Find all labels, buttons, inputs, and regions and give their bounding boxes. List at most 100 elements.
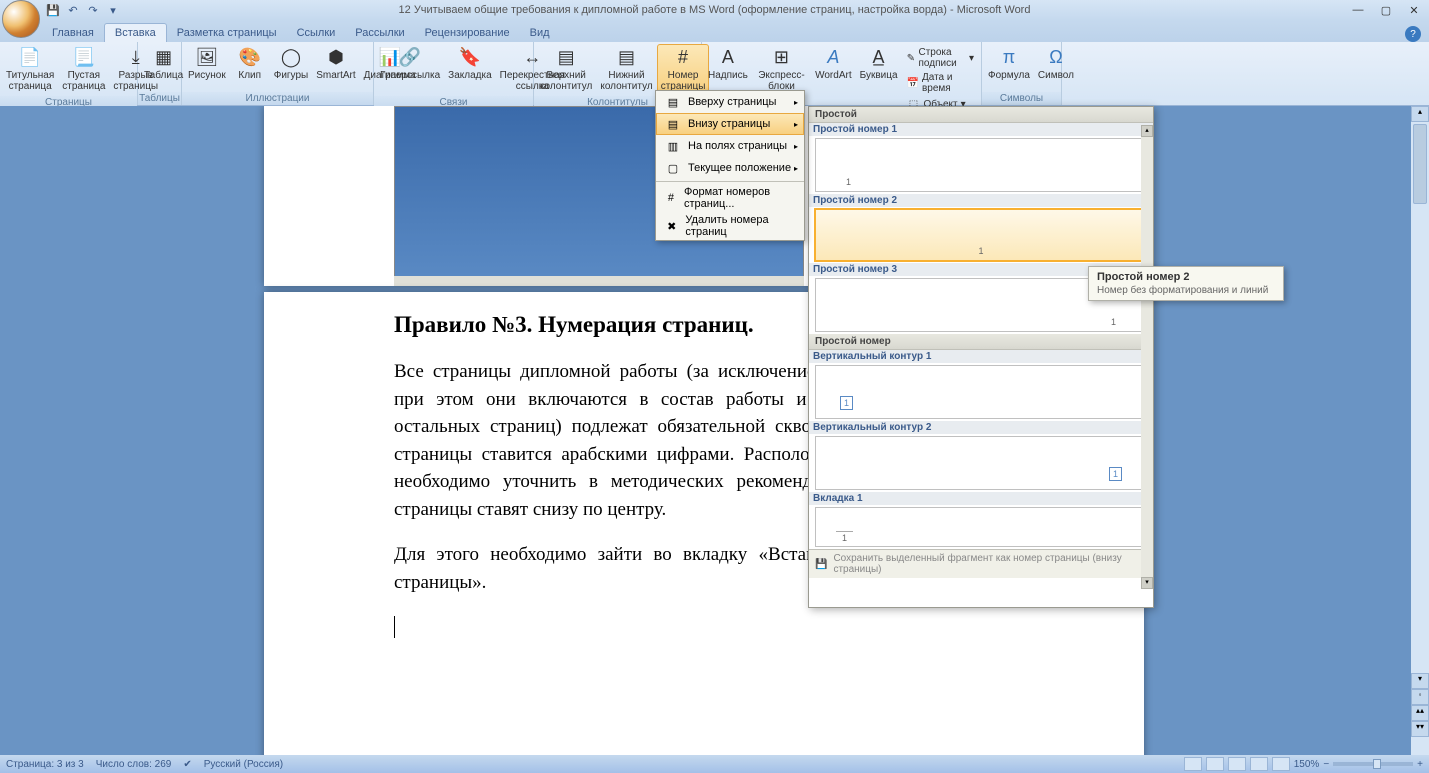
datetime-button[interactable]: 📅Дата и время — [904, 71, 977, 95]
menu-remove-page-numbers[interactable]: ✖Удалить номера страниц — [656, 212, 804, 240]
tab-page-layout[interactable]: Разметка страницы — [167, 24, 287, 42]
view-web-layout[interactable] — [1228, 757, 1246, 771]
save-icon[interactable]: 💾 — [45, 2, 61, 18]
shapes-button[interactable]: ◯Фигуры — [270, 44, 312, 83]
tab-review[interactable]: Рецензирование — [415, 24, 520, 42]
group-label-symbols: Символы — [982, 92, 1061, 105]
office-button[interactable] — [2, 0, 40, 38]
embedded-footer — [394, 276, 804, 286]
status-proofing-icon[interactable]: ✔ — [183, 759, 191, 770]
blank-page-button[interactable]: 📃Пустая страница — [58, 44, 109, 94]
page-top-icon: ▤ — [662, 93, 684, 111]
textbox-button[interactable]: AНадпись — [704, 44, 752, 83]
bookmark-button[interactable]: 🔖Закладка — [444, 44, 495, 83]
tab-mailings[interactable]: Рассылки — [345, 24, 414, 42]
gallery-header: Простой — [809, 107, 1153, 123]
zoom-out-button[interactable]: − — [1323, 759, 1329, 770]
cover-page-icon: 📄 — [14, 46, 46, 70]
tooltip: Простой номер 2 Номер без форматирования… — [1088, 266, 1284, 301]
save-selection-icon: 💾 — [815, 559, 827, 570]
maximize-button[interactable]: ▢ — [1373, 2, 1399, 18]
tab-references[interactable]: Ссылки — [287, 24, 346, 42]
footer-icon: ▤ — [611, 46, 643, 70]
dropcap-button[interactable]: A̲Буквица — [856, 44, 902, 83]
page-number-menu: ▤Вверху страницы▸ ▤Внизу страницы▸ ▥На п… — [655, 90, 805, 241]
equation-button[interactable]: πФормула — [984, 44, 1034, 83]
scroll-up-button[interactable]: ▴ — [1411, 106, 1429, 122]
header-icon: ▤ — [550, 46, 582, 70]
prev-page-button[interactable]: ▴▴ — [1411, 705, 1429, 721]
gallery-item-tab-1[interactable]: 1 — [815, 507, 1147, 547]
gallery-item-vertical-1[interactable]: 1 — [815, 365, 1147, 419]
clip-button[interactable]: 🎨Клип — [230, 44, 270, 83]
signature-line-button[interactable]: ✎Строка подписи ▾ — [904, 46, 977, 70]
header-button[interactable]: ▤Верхний колонтитул — [536, 44, 596, 94]
blank-page-icon: 📃 — [68, 46, 100, 70]
group-links: 🔗Гиперссылка 🔖Закладка ↔Перекрестная ссы… — [374, 42, 534, 105]
group-symbols: πФормула ΩСимвол Символы — [982, 42, 1062, 105]
gallery-scroll-up[interactable]: ▴ — [1141, 125, 1153, 137]
tab-insert[interactable]: Вставка — [104, 23, 167, 42]
hyperlink-button[interactable]: 🔗Гиперссылка — [376, 44, 444, 83]
gallery-scrollbar[interactable]: ▴ ▾ — [1141, 125, 1153, 589]
zoom-slider[interactable] — [1333, 762, 1413, 766]
hyperlink-icon: 🔗 — [394, 46, 426, 70]
next-page-button[interactable]: ▾▾ — [1411, 721, 1429, 737]
menu-format-page-numbers[interactable]: #Формат номеров страниц... — [656, 184, 804, 212]
tooltip-description: Номер без форматирования и линий — [1097, 285, 1275, 296]
gallery-scroll-down[interactable]: ▾ — [1141, 577, 1153, 589]
symbol-button[interactable]: ΩСимвол — [1034, 44, 1078, 83]
view-print-layout[interactable] — [1184, 757, 1202, 771]
zoom-slider-thumb[interactable] — [1373, 759, 1381, 769]
menu-page-margins[interactable]: ▥На полях страницы▸ — [656, 135, 804, 157]
zoom-level[interactable]: 150% — [1294, 759, 1320, 770]
smartart-button[interactable]: ⬢SmartArt — [312, 44, 359, 83]
scroll-thumb[interactable] — [1413, 124, 1427, 204]
qat-dropdown-icon[interactable]: ▾ — [105, 2, 121, 18]
status-word-count[interactable]: Число слов: 269 — [96, 759, 172, 770]
zoom-in-button[interactable]: + — [1417, 759, 1423, 770]
gallery-category-2: Простой номер — [809, 334, 1153, 350]
tab-home[interactable]: Главная — [42, 24, 104, 42]
menu-current-position[interactable]: ▢Текущее положение▸ — [656, 157, 804, 179]
cover-page-button[interactable]: 📄Титульная страница — [2, 44, 58, 94]
tooltip-title: Простой номер 2 — [1097, 271, 1275, 283]
picture-button[interactable]: 🖼Рисунок — [184, 44, 230, 83]
window-title: 12 Учитываем общие требования к дипломно… — [399, 4, 1031, 16]
tab-view[interactable]: Вид — [520, 24, 560, 42]
status-language[interactable]: Русский (Россия) — [204, 759, 283, 770]
shapes-icon: ◯ — [275, 46, 307, 70]
group-tables: ▦Таблица Таблицы — [138, 42, 182, 105]
gallery-item-simple-2[interactable]: 1 — [814, 208, 1148, 262]
view-full-screen[interactable] — [1206, 757, 1224, 771]
menu-bottom-of-page[interactable]: ▤Внизу страницы▸ — [656, 113, 804, 135]
close-button[interactable]: ✕ — [1401, 2, 1427, 18]
menu-top-of-page[interactable]: ▤Вверху страницы▸ — [656, 91, 804, 113]
undo-icon[interactable]: ↶ — [65, 2, 81, 18]
group-label-tables: Таблицы — [138, 92, 181, 105]
gallery-item-label-v1: Вертикальный контур 1 — [809, 350, 1153, 363]
status-page[interactable]: Страница: 3 из 3 — [6, 759, 84, 770]
remove-icon: ✖ — [662, 217, 681, 235]
scroll-down-button[interactable]: ▾ — [1411, 673, 1429, 689]
gallery-footer[interactable]: 💾Сохранить выделенный фрагмент как номер… — [809, 549, 1153, 578]
help-icon[interactable]: ? — [1405, 26, 1421, 42]
page-number-gallery: Простой Простой номер 1 1 Простой номер … — [808, 106, 1154, 608]
gallery-item-vertical-2[interactable]: 1 — [815, 436, 1147, 490]
textbox-icon: A — [712, 46, 744, 70]
vertical-scrollbar[interactable]: ▴ ▾ ◦ ▴▴ ▾▾ — [1411, 106, 1429, 755]
quickparts-button[interactable]: ⊞Экспресс-блоки — [752, 44, 811, 94]
wordart-button[interactable]: AWordArt — [811, 44, 856, 83]
redo-icon[interactable]: ↷ — [85, 2, 101, 18]
gallery-item-simple-1[interactable]: 1 — [815, 138, 1147, 192]
view-outline[interactable] — [1250, 757, 1268, 771]
browse-object-button[interactable]: ◦ — [1411, 689, 1429, 705]
group-illustrations: 🖼Рисунок 🎨Клип ◯Фигуры ⬢SmartArt 📊Диагра… — [182, 42, 374, 105]
menu-separator — [656, 181, 804, 182]
picture-icon: 🖼 — [191, 46, 223, 70]
text-cursor — [394, 616, 395, 638]
table-button[interactable]: ▦Таблица — [140, 44, 187, 83]
minimize-button[interactable]: — — [1345, 2, 1371, 18]
view-draft[interactable] — [1272, 757, 1290, 771]
footer-button[interactable]: ▤Нижний колонтитул — [596, 44, 656, 94]
